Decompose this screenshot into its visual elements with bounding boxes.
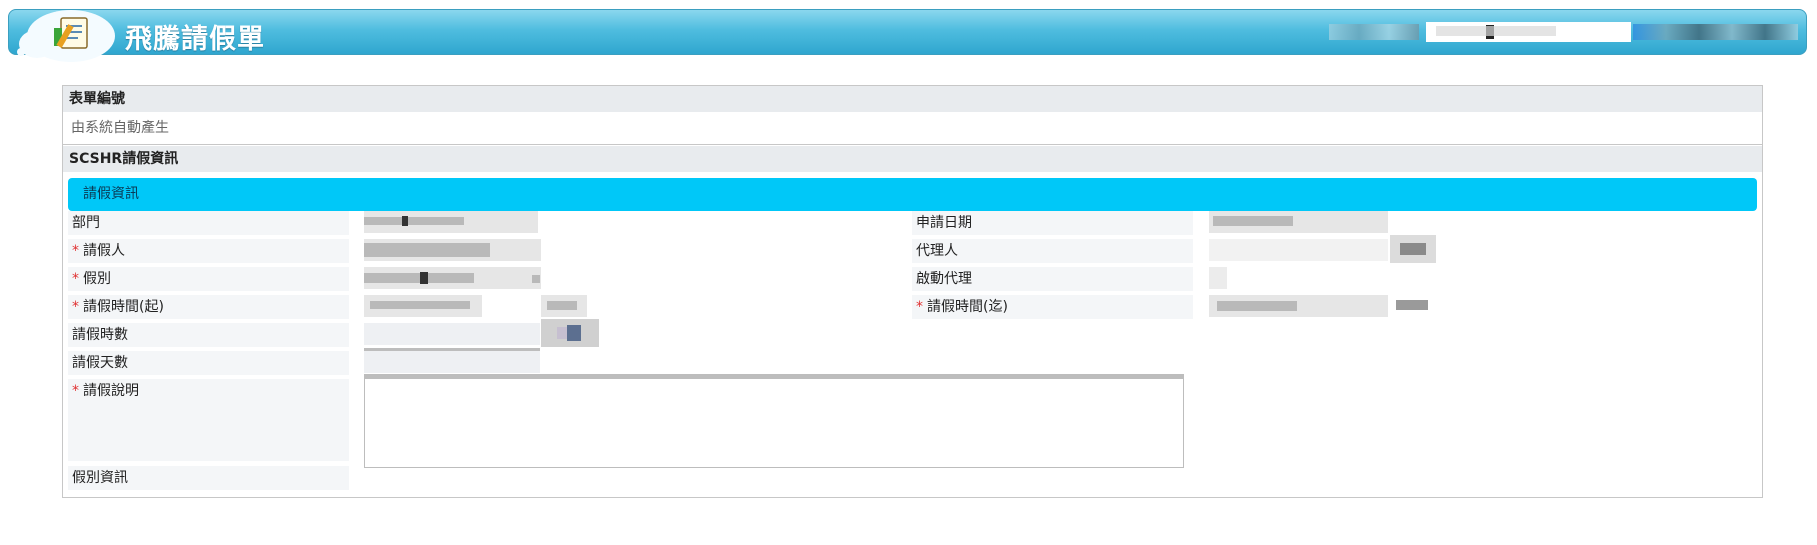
end-date-input[interactable] [1209, 295, 1388, 317]
label-apply-date: 申請日期 [912, 211, 1193, 235]
section-leave-info: SCSHR請假資訊 [63, 146, 1762, 172]
apply-date-field[interactable] [1209, 211, 1388, 233]
days-input[interactable] [364, 351, 540, 373]
end-hour-select[interactable] [1390, 295, 1436, 317]
leave-type-select[interactable] [364, 267, 541, 289]
start-hour-select[interactable] [541, 295, 587, 317]
label-hours: 請假時數 [68, 323, 349, 347]
label-description: * 請假說明 [68, 379, 349, 461]
label-leave-type: * 假別 [68, 267, 349, 291]
label-agent: 代理人 [912, 239, 1193, 263]
label-department: 部門 [68, 211, 349, 235]
label-activate-agent: 啟動代理 [912, 267, 1193, 291]
header-search-input[interactable] [1426, 22, 1631, 42]
department-field[interactable] [364, 211, 538, 233]
description-textarea[interactable] [364, 374, 1184, 468]
agent-input[interactable] [1209, 239, 1388, 261]
activate-agent-checkbox[interactable] [1209, 267, 1227, 289]
label-days: 請假天數 [68, 351, 349, 375]
label-end-time: * 請假時間(迄) [912, 295, 1193, 319]
app-header: 飛騰請假單 [8, 9, 1807, 62]
start-date-input[interactable] [364, 295, 482, 317]
section-form-number: 表單編號 [63, 86, 1762, 112]
hours-unit[interactable] [541, 319, 599, 347]
subsection-leave-info: 請假資訊 [68, 178, 1757, 211]
label-leave-type-info: 假別資訊 [68, 466, 349, 490]
form-number-value: 由系統自動產生 [63, 112, 1762, 145]
hours-input[interactable] [364, 323, 540, 345]
header-links[interactable] [1633, 24, 1798, 40]
leave-form: 表單編號 由系統自動產生 SCSHR請假資訊 請假資訊 部門 * 請假人 * 假別 … [62, 85, 1763, 498]
applicant-field[interactable] [364, 239, 541, 261]
app-title: 飛騰請假單 [125, 24, 265, 55]
label-applicant: * 請假人 [68, 239, 349, 263]
user-info [1329, 24, 1419, 40]
label-start-time: * 請假時間(起) [68, 295, 349, 319]
form-notepad-icon [17, 10, 115, 62]
agent-picker-button[interactable] [1390, 235, 1436, 263]
